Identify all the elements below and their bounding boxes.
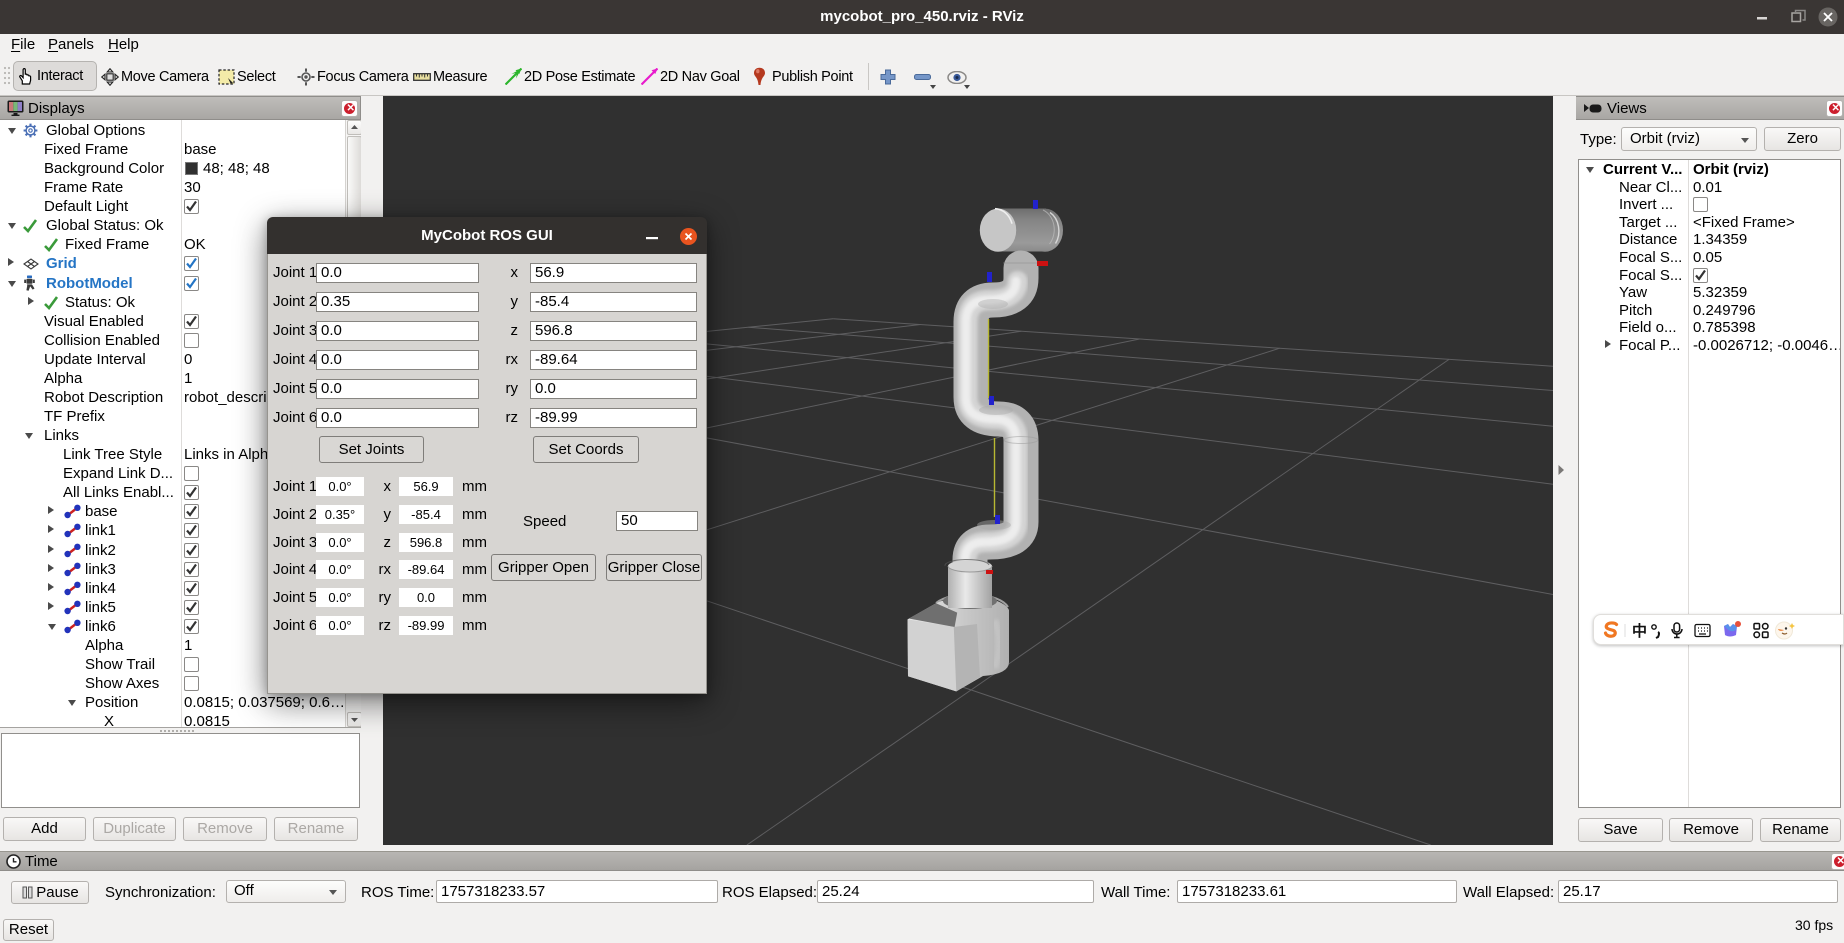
svg-text:中: 中 xyxy=(1632,622,1647,640)
